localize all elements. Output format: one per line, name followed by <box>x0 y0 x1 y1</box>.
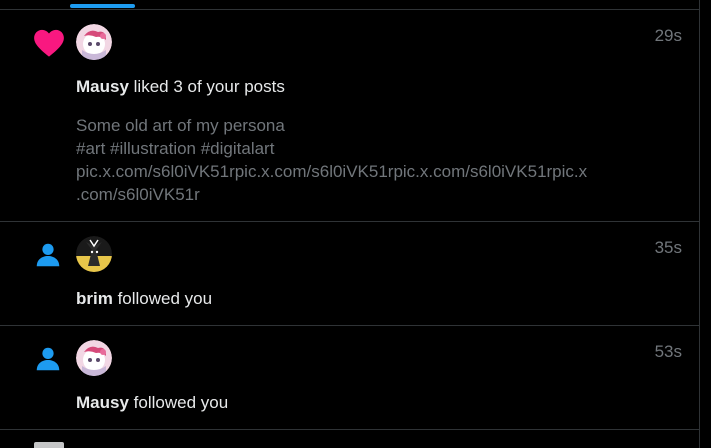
avatar[interactable] <box>76 236 112 272</box>
post-text-line: Some old art of my persona <box>76 116 285 135</box>
post-link: pic.x.com/s6l0iVK51rpic.x.com/s6l0iVK51r… <box>76 162 588 181</box>
notification-headline: Mausy followed you <box>76 393 228 413</box>
notification-headline: brim followed you <box>76 289 212 309</box>
timestamp: 29s <box>654 26 682 45</box>
person-icon <box>33 238 67 272</box>
user-name[interactable]: brim <box>76 289 113 308</box>
active-tab-indicator <box>70 4 135 8</box>
action-text: liked 3 of your posts <box>128 77 285 96</box>
post-link: .com/s6l0iVK51r <box>76 185 200 204</box>
avatar[interactable] <box>76 340 112 376</box>
notification-item-follow[interactable]: 35s brim followed you <box>0 222 699 326</box>
timestamp: 35s <box>654 238 682 257</box>
notification-headline: Mausy liked 3 of your posts <box>76 77 285 97</box>
liked-post-preview[interactable]: Some old art of my persona #art #illustr… <box>76 114 636 206</box>
post-hashtags: #art #illustration #digitalart <box>76 139 275 158</box>
action-text: followed you <box>128 393 229 412</box>
user-name[interactable]: Mausy <box>76 77 129 96</box>
next-notification-icon-peek <box>34 442 64 448</box>
column-border <box>699 0 700 448</box>
timestamp: 53s <box>654 342 682 361</box>
person-icon <box>33 342 67 376</box>
avatar[interactable] <box>76 24 112 60</box>
heart-icon <box>32 26 66 60</box>
action-text: followed you <box>112 289 213 308</box>
notification-item-follow[interactable]: 53s Mausy followed you <box>0 326 699 430</box>
notification-item-like[interactable]: 29s Mausy liked 3 of your posts Some old… <box>0 10 699 222</box>
user-name[interactable]: Mausy <box>76 393 129 412</box>
